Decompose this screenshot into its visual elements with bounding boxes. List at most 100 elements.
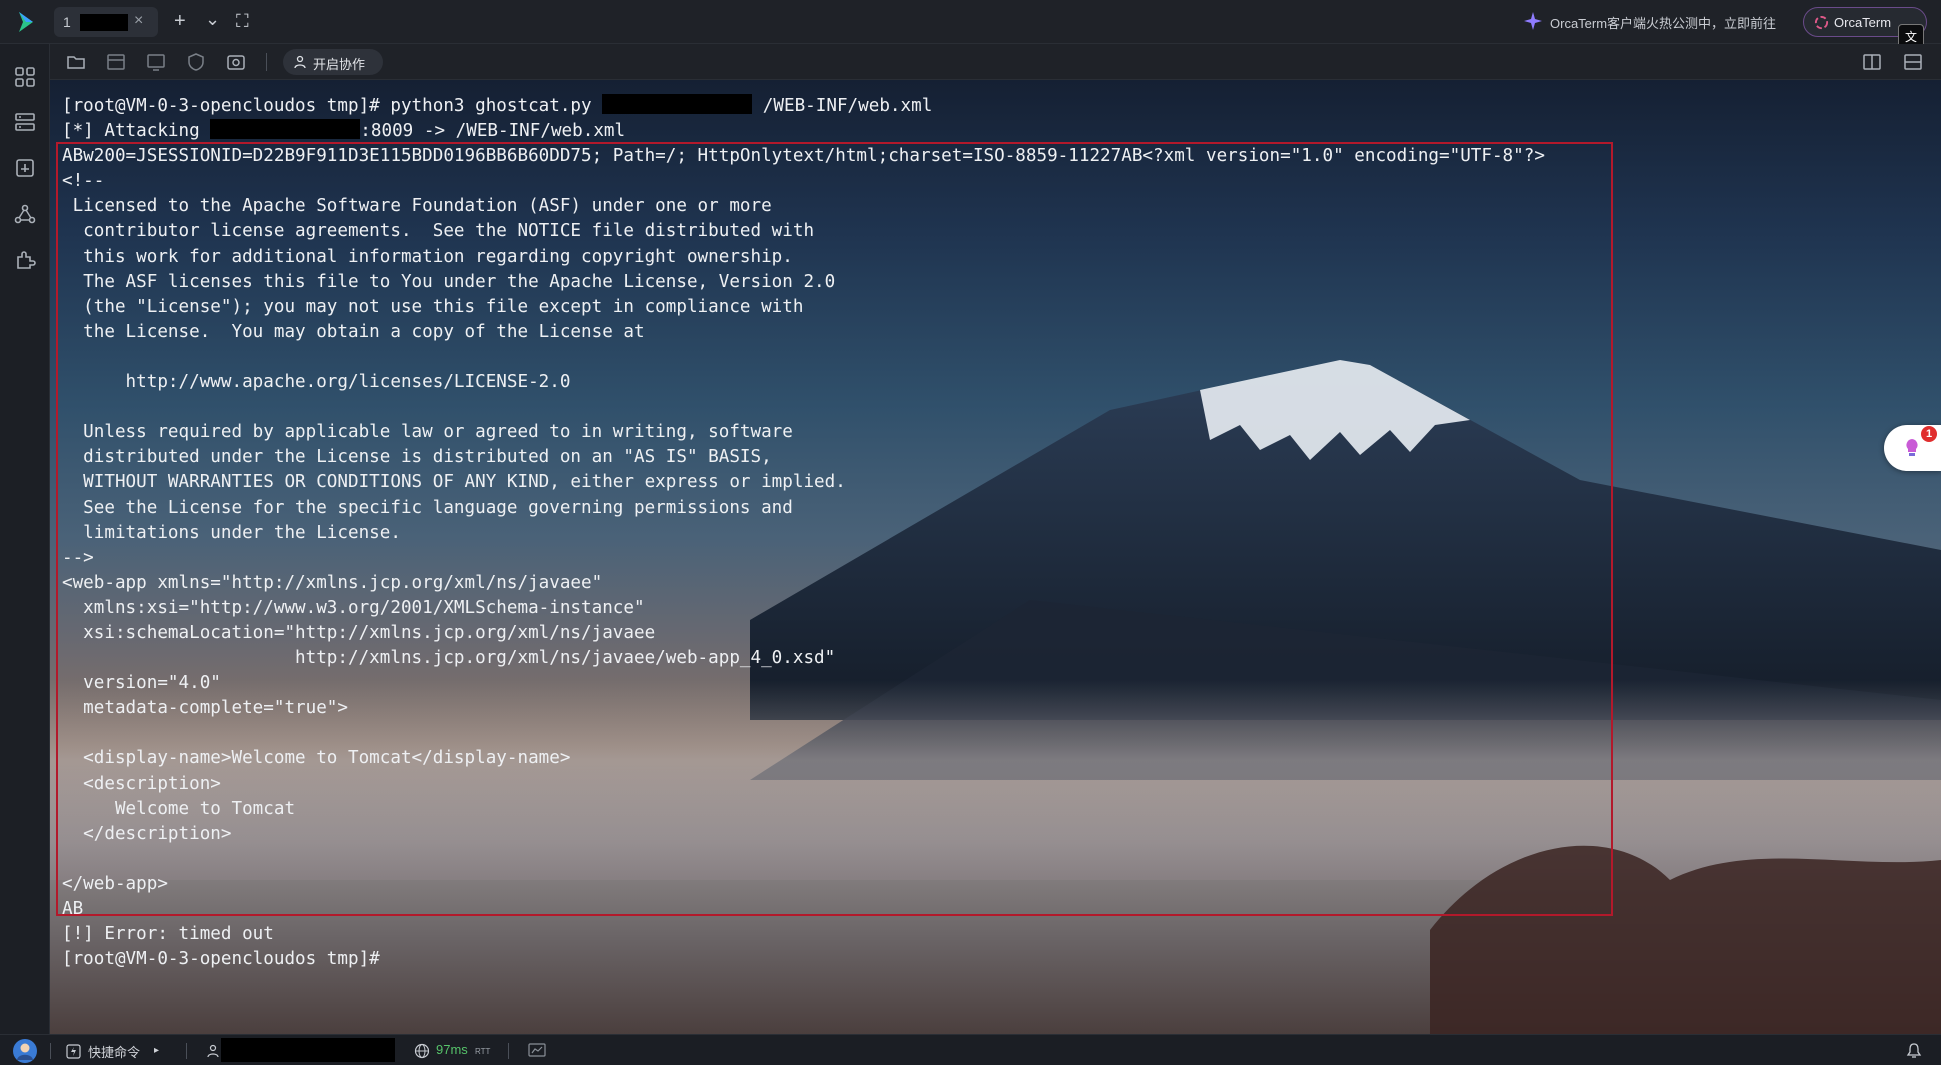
record-icon[interactable] xyxy=(226,52,246,72)
terminal-text: AB xyxy=(62,899,84,919)
terminal-line: AB xyxy=(62,897,1545,922)
fullscreen-icon[interactable]: ⛶ xyxy=(236,9,249,33)
terminal-text: distributed under the License is distrib… xyxy=(62,447,772,468)
terminal-line: Licensed to the Apache Software Foundati… xyxy=(62,194,1545,219)
terminal-output[interactable]: [root@VM-0-3-opencloudos tmp]# python3 g… xyxy=(62,94,1545,972)
user-add-icon xyxy=(294,55,306,69)
file-transfer-icon[interactable] xyxy=(14,157,36,179)
terminal-text: The ASF licenses this file to You under … xyxy=(62,271,836,292)
terminal-text: </description> xyxy=(62,823,232,844)
terminal-text: contributor license agreements. See the … xyxy=(62,221,815,242)
terminal-line: <display-name>Welcome to Tomcat</display… xyxy=(62,746,1545,771)
terminal-text: http://xmlns.jcp.org/xml/ns/javaee/web-a… xyxy=(62,648,836,669)
terminal-line: </description> xyxy=(62,822,1545,847)
orcaterm-icon xyxy=(1814,15,1829,30)
collaboration-button[interactable]: 开启协作 xyxy=(283,49,383,75)
terminal-line: The ASF licenses this file to You under … xyxy=(62,270,1545,295)
security-icon[interactable] xyxy=(186,52,206,72)
lightning-icon xyxy=(66,1044,81,1059)
terminal-text: See the License for the specific languag… xyxy=(62,497,793,518)
globe-icon xyxy=(414,1043,430,1059)
title-bar: 1 × + ⌄ ⛶ OrcaTerm客户端火热公测中，立即前往 OrcaTerm… xyxy=(0,0,1941,50)
terminal-text: xsi:schemaLocation="http://xmlns.jcp.org… xyxy=(62,622,656,643)
host-redacted xyxy=(221,1038,395,1062)
terminal-line: contributor license agreements. See the … xyxy=(62,219,1545,244)
terminal-line: See the License for the specific languag… xyxy=(62,496,1545,521)
split-session-icon[interactable] xyxy=(106,52,126,72)
toolbar-divider xyxy=(266,53,267,71)
server-list-icon[interactable] xyxy=(14,111,36,133)
terminal-line: xmlns:xsi="http://www.w3.org/2001/XMLSch… xyxy=(62,596,1545,621)
session-tab[interactable]: 1 × xyxy=(54,7,158,37)
terminal-line: the License. You may obtain a copy of th… xyxy=(62,320,1545,345)
terminal-text: xmlns:xsi="http://www.w3.org/2001/XMLSch… xyxy=(62,597,645,618)
terminal-line: http://xmlns.jcp.org/xml/ns/javaee/web-a… xyxy=(62,646,1545,671)
avatar[interactable] xyxy=(12,1038,38,1064)
terminal-pane[interactable]: [root@VM-0-3-opencloudos tmp]# python3 g… xyxy=(50,80,1941,1034)
status-divider xyxy=(508,1043,509,1059)
terminal-text: limitations under the License. xyxy=(62,522,401,543)
tab-dropdown-icon[interactable]: ⌄ xyxy=(205,7,220,31)
quick-commands-arrow-icon[interactable]: ▸ xyxy=(154,1045,159,1056)
lightbulb-icon xyxy=(1906,439,1918,456)
left-sidebar xyxy=(0,44,50,1034)
terminal-line: ABw200=JSESSIONID=D22B9F911D3E115BDD0196… xyxy=(62,144,1545,169)
plugin-icon[interactable] xyxy=(14,249,36,271)
latency-value: 97ms xyxy=(436,1042,468,1057)
split-horizontal-icon[interactable] xyxy=(1903,52,1923,72)
terminal-text: ABw200=JSESSIONID=D22B9F911D3E115BDD0196… xyxy=(62,146,1545,167)
terminal-line: <web-app xmlns="http://xmlns.jcp.org/xml… xyxy=(62,571,1545,596)
terminal-line: limitations under the License. xyxy=(62,521,1545,546)
status-divider xyxy=(186,1043,187,1059)
terminal-text: Licensed to the Apache Software Foundati… xyxy=(62,196,772,217)
terminal-text: <description> xyxy=(62,773,221,794)
terminal-text: version="4.0" xyxy=(62,673,221,694)
sftp-icon[interactable] xyxy=(66,52,86,72)
bell-icon[interactable] xyxy=(1906,1042,1922,1059)
redacted-host xyxy=(210,119,361,140)
terminal-line: </web-app> xyxy=(62,872,1545,897)
terminal-text: WITHOUT WARRANTIES OR CONDITIONS OF ANY … xyxy=(62,472,846,493)
chart-monitor-icon[interactable] xyxy=(528,1043,546,1059)
nodes-icon[interactable] xyxy=(14,203,36,225)
terminal-line: [root@VM-0-3-opencloudos tmp]# xyxy=(62,947,1545,972)
terminal-line: <description> xyxy=(62,772,1545,797)
terminal-line: distributed under the License is distrib… xyxy=(62,445,1545,470)
tab-close-icon[interactable]: × xyxy=(134,12,143,30)
terminal-line: http://www.apache.org/licenses/LICENSE-2… xyxy=(62,370,1545,395)
monitor-icon[interactable] xyxy=(146,52,166,72)
status-bar: 快捷命令 ▸ 97ms RTT xyxy=(0,1034,1941,1065)
terminal-line: --> xyxy=(62,546,1545,571)
terminal-line: WITHOUT WARRANTIES OR CONDITIONS OF ANY … xyxy=(62,470,1545,495)
new-tab-button[interactable]: + xyxy=(174,9,186,33)
promo-link[interactable]: OrcaTerm客户端火热公测中，立即前往 xyxy=(1550,13,1776,32)
status-divider xyxy=(50,1043,51,1059)
terminal-text: [!] Error: timed out xyxy=(62,924,274,945)
terminal-line: [*] Attacking :8009 -> /WEB-INF/web.xml xyxy=(62,119,1545,144)
terminal-line: [root@VM-0-3-opencloudos tmp]# python3 g… xyxy=(62,94,1545,119)
tab-number: 1 xyxy=(63,14,71,30)
terminal-text: (the "License"); you may not use this fi… xyxy=(62,296,804,317)
terminal-line: Unless required by applicable law or agr… xyxy=(62,420,1545,445)
orcaterm-label: OrcaTerm xyxy=(1834,15,1892,30)
terminal-line: Welcome to Tomcat xyxy=(62,797,1545,822)
terminal-text: <!-- xyxy=(62,171,105,192)
split-vertical-icon[interactable] xyxy=(1862,52,1882,72)
terminal-text: [root@VM-0-3-opencloudos tmp]# xyxy=(62,949,380,970)
app-logo-icon xyxy=(19,12,33,32)
terminal-text: Unless required by applicable law or agr… xyxy=(62,422,793,443)
terminal-line: xsi:schemaLocation="http://xmlns.jcp.org… xyxy=(62,621,1545,646)
terminal-text: this work for additional information reg… xyxy=(62,246,793,267)
terminal-text: metadata-complete="true"> xyxy=(62,698,348,719)
terminal-text: --> xyxy=(62,547,94,568)
terminal-toolbar: 开启协作 xyxy=(50,44,1941,80)
terminal-line: metadata-complete="true"> xyxy=(62,696,1545,721)
apps-grid-icon[interactable] xyxy=(14,66,36,88)
quick-commands-button[interactable]: 快捷命令 xyxy=(88,1042,140,1061)
latency-unit: RTT xyxy=(475,1047,491,1056)
terminal-text: [root@VM-0-3-opencloudos tmp]# python3 g… xyxy=(62,96,603,116)
terminal-text: :8009 -> /WEB-INF/web.xml xyxy=(360,121,626,142)
